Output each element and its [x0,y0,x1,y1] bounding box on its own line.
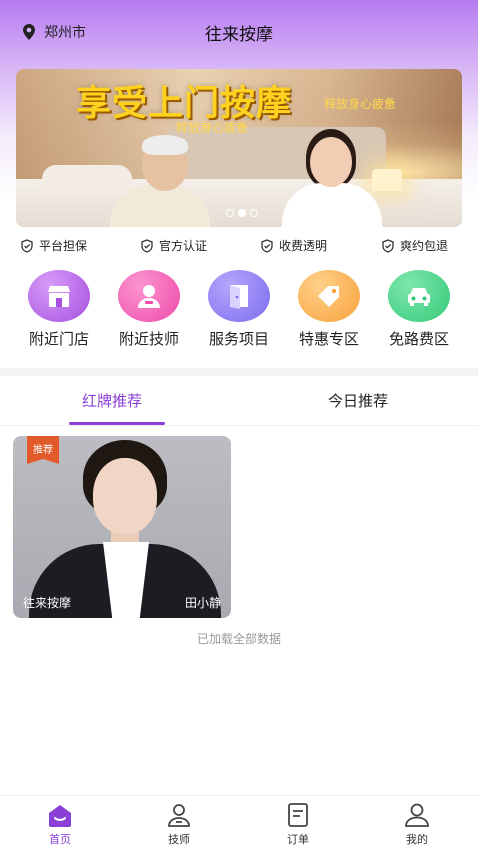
category-services[interactable]: 服务项目 [194,270,284,349]
profile-icon [405,803,429,827]
banner-subtitle-right: 释放身心疲惫 [324,97,397,111]
tab-red-card[interactable]: 红牌推荐 [82,390,142,411]
guarantee-bar: 平台担保 官方认证 收费透明 爽约包退 [0,237,478,257]
recommendation-tabs: 红牌推荐 今日推荐 [0,380,478,426]
therapist-image [266,129,386,227]
order-icon [288,803,308,827]
nav-technician[interactable]: 技师 [139,802,219,847]
category-free-travel[interactable]: 免路费区 [374,270,464,349]
therapist-name: 田小静 [184,596,221,610]
shop-name: 往来按摩 [23,596,72,610]
guarantee-item: 收费透明 [260,237,327,254]
guarantee-item: 爽约包退 [381,237,448,254]
top-bar: 郑州市 往来按摩 [0,14,478,50]
guarantee-item: 平台担保 [20,237,87,254]
tab-today[interactable]: 今日推荐 [328,390,388,411]
shield-check-icon [141,238,153,253]
shield-check-icon [261,238,273,253]
carousel-dot-active[interactable] [238,209,246,217]
tab-active-indicator [69,422,165,425]
shield-check-icon [382,238,394,253]
car-icon [408,288,430,306]
nav-profile[interactable]: 我的 [377,802,457,847]
therapist-card[interactable]: 推荐 往来按摩 田小静 [13,436,231,618]
list-end-status: 已加载全部数据 [196,632,281,646]
technician-icon [138,285,160,308]
category-grid: 附近门店 附近技师 服务项目 特惠专区 免路费区 [0,270,478,350]
store-icon [48,286,70,307]
tag-icon [318,286,339,307]
page-title: 往来按摩 [205,25,273,45]
home-icon [49,805,71,827]
category-nearby-stores[interactable]: 附近门店 [14,270,104,349]
category-nearby-technicians[interactable]: 附近技师 [104,270,194,349]
bottom-navigation: 首页 技师 订单 我的 [0,795,478,850]
therapist-photo [13,436,231,618]
banner-subtitle-left: 释放身心疲惫 [176,121,249,135]
carousel-dot[interactable] [250,209,258,217]
carousel-indicator[interactable] [226,209,258,217]
carousel-dot[interactable] [226,209,234,217]
promo-banner[interactable]: 享受上门按摩 释放身心疲惫 释放身心疲惫 [16,69,462,227]
door-icon [230,285,248,309]
elderly-client-image [104,135,214,227]
category-discounts[interactable]: 特惠专区 [284,270,374,349]
section-divider [0,368,478,376]
guarantee-item: 官方认证 [140,237,207,254]
shield-check-icon [21,238,33,253]
technician-icon [168,804,190,827]
nav-orders[interactable]: 订单 [258,802,338,847]
nav-home[interactable]: 首页 [20,802,100,847]
